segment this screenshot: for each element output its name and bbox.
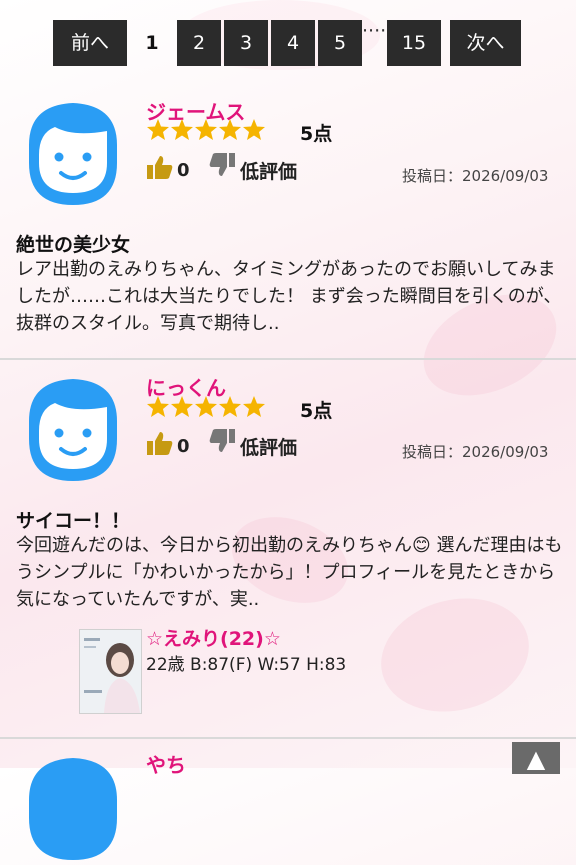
thumbs-up-icon[interactable] bbox=[146, 154, 174, 180]
review-body[interactable]: 今回遊んだのは、今日から初出勤のえみりちゃん😊 選んだ理由はもうシンプルに「かわ… bbox=[16, 532, 564, 613]
review-body[interactable]: レア出勤のえみりちゃん、タイミングがあったのでお願いしてみましたが……これは大当… bbox=[16, 256, 564, 337]
review-divider bbox=[0, 358, 576, 360]
thumbs-up-icon[interactable] bbox=[146, 430, 174, 456]
review-score: 5点 bbox=[300, 123, 333, 145]
pagination-ellipsis: ···· bbox=[362, 20, 387, 42]
like-count: 0 bbox=[177, 436, 190, 457]
cast-profile: 22歳 B:87(F) W:57 H:83 bbox=[146, 655, 347, 675]
page-4-button[interactable]: 4 bbox=[271, 20, 315, 66]
next-page-button[interactable]: 次へ bbox=[450, 20, 521, 66]
post-date: 投稿日：2026/09/03 bbox=[402, 167, 549, 185]
page-5-button[interactable]: 5 bbox=[318, 20, 362, 66]
star-rating bbox=[147, 119, 265, 140]
page-3-button[interactable]: 3 bbox=[224, 20, 268, 66]
dislike-label[interactable]: 低評価 bbox=[240, 157, 297, 184]
post-date: 投稿日：2026/09/03 bbox=[402, 443, 549, 461]
page-2-button[interactable]: 2 bbox=[177, 20, 221, 66]
review-title: 絶世の美少女 bbox=[16, 234, 131, 256]
cast-thumbnail[interactable] bbox=[79, 629, 142, 714]
prev-page-button[interactable]: 前へ bbox=[53, 20, 127, 66]
thumbs-down-icon[interactable] bbox=[208, 428, 236, 454]
scroll-to-top-button[interactable]: ▲ bbox=[512, 742, 560, 774]
boy-face-icon bbox=[29, 103, 117, 205]
dislike-label[interactable]: 低評価 bbox=[240, 433, 297, 460]
reviewer-name[interactable]: やち bbox=[146, 749, 186, 778]
boy-face-icon bbox=[29, 379, 117, 481]
review-title: サイコー！！ bbox=[16, 510, 131, 532]
review-divider bbox=[0, 737, 576, 739]
thumbs-down-icon[interactable] bbox=[208, 152, 236, 178]
page-15-button[interactable]: 15 bbox=[387, 20, 441, 66]
boy-face-icon bbox=[29, 758, 117, 860]
cast-photo bbox=[80, 630, 141, 713]
page-1-current: 1 bbox=[145, 32, 159, 54]
review-score: 5点 bbox=[300, 400, 333, 422]
star-rating bbox=[147, 396, 265, 417]
like-count: 0 bbox=[177, 160, 190, 181]
cast-name-link[interactable]: ☆えみり(22)☆ bbox=[146, 624, 281, 651]
